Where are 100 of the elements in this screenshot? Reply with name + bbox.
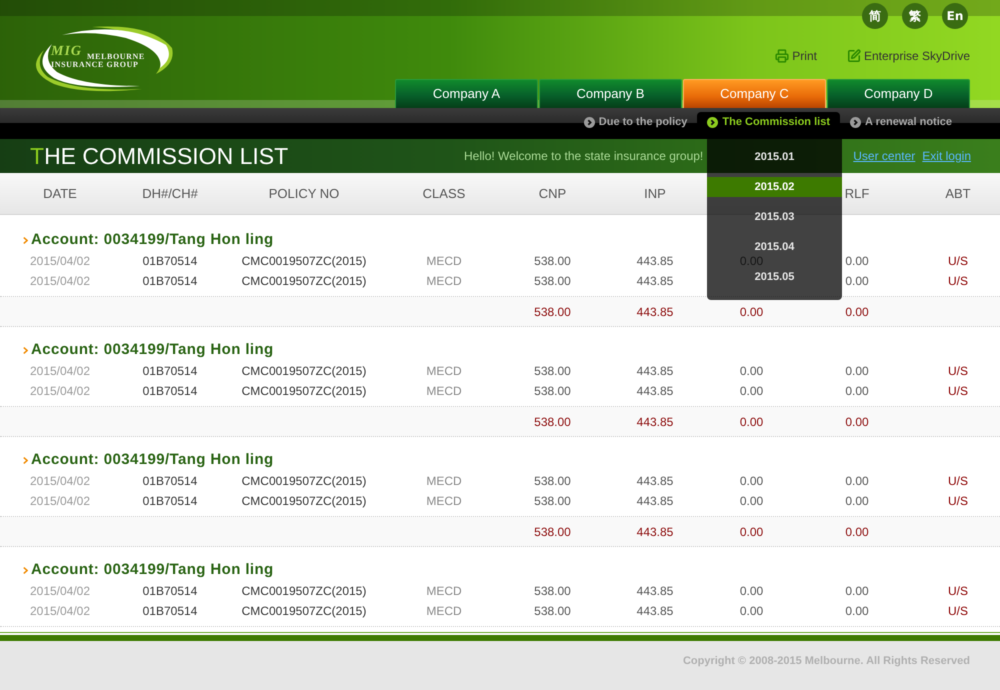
menu-item[interactable]: 2015.04 xyxy=(707,237,842,257)
table-cell-text: 0.00 xyxy=(845,363,869,380)
table-cell-text: 2015/04/02 xyxy=(30,603,90,620)
chevron-icon xyxy=(23,566,28,574)
account-heading: Account: 0034199/Tang Hon ling xyxy=(31,560,274,580)
table-cell-text: U/S xyxy=(948,583,968,600)
menu-item[interactable]: 2015.03 xyxy=(707,207,842,227)
table-cell-text: U/S xyxy=(948,253,968,270)
table-cell-text: CMC0019507ZC(2015) xyxy=(242,383,366,400)
table-cell-text: 0.00 xyxy=(740,383,764,400)
table-cell-text: 2015/04/02 xyxy=(30,383,90,400)
table-cell-text: 01B70514 xyxy=(142,603,198,620)
chevron-icon xyxy=(23,346,28,354)
table-cell-text: 538.00 xyxy=(534,273,571,290)
table-cell-text: 538.00 xyxy=(534,473,571,490)
column-header: CNP xyxy=(538,184,566,203)
table-cell-text: 538.00 xyxy=(534,603,571,620)
table-cell-text: 443.85 xyxy=(636,493,674,510)
table-cell-text: U/S xyxy=(948,473,968,490)
table-cell-text: 2015/04/02 xyxy=(30,473,90,490)
logo-name: MELBOURNE xyxy=(87,53,145,61)
total-cell-text: 443.85 xyxy=(636,414,674,430)
table-cell-text: 443.85 xyxy=(636,273,674,290)
table-cell-text: MECD xyxy=(426,273,462,290)
column-header: RLF xyxy=(844,184,870,203)
table-cell-text: CMC0019507ZC(2015) xyxy=(242,603,366,620)
table-cell-text: 443.85 xyxy=(636,603,674,620)
total-cell-text: 0.00 xyxy=(845,524,869,540)
language-button[interactable]: 繁 xyxy=(902,3,928,29)
table-cell-text: MECD xyxy=(426,583,462,600)
language-button[interactable]: 简 xyxy=(862,3,888,29)
account-heading: Account: 0034199/Tang Hon ling xyxy=(31,340,274,360)
menu-item[interactable]: 2015.05 xyxy=(707,267,842,287)
table-cell-text: 01B70514 xyxy=(142,383,198,400)
table-cell-text: CMC0019507ZC(2015) xyxy=(242,583,366,600)
table-cell-text: 0.00 xyxy=(740,583,764,600)
account-heading: Account: 0034199/Tang Hon ling xyxy=(31,450,274,470)
table-cell-text: 443.85 xyxy=(636,253,674,270)
table-cell-text: 01B70514 xyxy=(142,273,198,290)
table-cell-text: U/S xyxy=(948,603,968,620)
table-cell-text: 0.00 xyxy=(845,603,869,620)
table-cell-text: MECD xyxy=(426,473,462,490)
column-header: DH#/CH# xyxy=(142,184,198,203)
pen-square-icon xyxy=(846,49,861,63)
table-cell-text: 0.00 xyxy=(740,603,764,620)
chevron-icon xyxy=(23,456,28,464)
chevron-circle-icon xyxy=(707,117,718,128)
table-cell-text: 538.00 xyxy=(534,383,571,400)
table-cell-text: 538.00 xyxy=(534,363,571,380)
table-cell-text: 2015/04/02 xyxy=(30,493,90,510)
table-cell-text: 01B70514 xyxy=(142,493,198,510)
subnav-link[interactable]: Due to the policy xyxy=(574,112,698,139)
table-cell-text: 443.85 xyxy=(636,363,674,380)
menu-item[interactable]: 2015.01 xyxy=(707,147,842,167)
column-header: CLASS xyxy=(422,184,466,203)
account-heading: Account: 0034199/Tang Hon ling xyxy=(31,230,274,250)
page-title: THE COMMISSION LIST xyxy=(30,142,288,171)
table-cell-text: 2015/04/02 xyxy=(30,583,90,600)
table-cell-text: CMC0019507ZC(2015) xyxy=(242,363,366,380)
chevron-circle-icon xyxy=(850,117,861,128)
total-cell-text: 538.00 xyxy=(534,524,571,540)
subnav-link[interactable]: A renewal notice xyxy=(840,112,962,139)
toolbar-link[interactable]: Enterprise SkyDrive xyxy=(846,48,970,64)
total-cell-text: 0.00 xyxy=(740,524,764,540)
language-button[interactable]: En xyxy=(942,3,968,29)
table-cell-text: U/S xyxy=(948,383,968,400)
table-cell-text: 01B70514 xyxy=(142,363,198,380)
column-header: ABT xyxy=(945,184,971,203)
table-cell-text: 01B70514 xyxy=(142,473,198,490)
table-cell-text: 0.00 xyxy=(740,363,764,380)
table-cell-text: 0.00 xyxy=(845,253,869,270)
table-cell-text: U/S xyxy=(948,493,968,510)
total-cell-text: 0.00 xyxy=(740,304,764,320)
table-cell-text: 0.00 xyxy=(740,473,764,490)
table-cell-text: CMC0019507ZC(2015) xyxy=(242,273,366,290)
table-cell-text: U/S xyxy=(948,273,968,290)
toolbar-link[interactable]: Print xyxy=(775,48,817,64)
total-cell-text: 443.85 xyxy=(636,304,674,320)
chevron-icon xyxy=(23,236,28,244)
menu-item[interactable]: 2015.02 xyxy=(707,177,842,197)
table-cell-text: 538.00 xyxy=(534,583,571,600)
logo-tagline: INSURANCE GROUP xyxy=(51,61,138,69)
table-cell-text: 0.00 xyxy=(845,273,869,290)
table-cell-text: 0.00 xyxy=(845,583,869,600)
column-header: INP xyxy=(644,184,666,203)
table-cell-text: 538.00 xyxy=(534,493,571,510)
total-cell-text: 0.00 xyxy=(845,414,869,430)
logo-mark: MIG xyxy=(51,45,82,59)
company-tab[interactable]: Company B xyxy=(539,79,682,108)
table-cell-text: 538.00 xyxy=(534,253,571,270)
company-tab[interactable]: Company A xyxy=(395,79,538,108)
table-cell-text: MECD xyxy=(426,603,462,620)
table-cell-text: MECD xyxy=(426,363,462,380)
table-cell-text: 01B70514 xyxy=(142,583,198,600)
company-tab[interactable]: Company D xyxy=(827,79,970,108)
table-cell-text: MECD xyxy=(426,383,462,400)
total-cell-text: 0.00 xyxy=(740,414,764,430)
chevron-circle-icon xyxy=(584,117,595,128)
column-header: POLICY NO xyxy=(268,184,340,203)
table-cell-text: CMC0019507ZC(2015) xyxy=(242,473,366,490)
